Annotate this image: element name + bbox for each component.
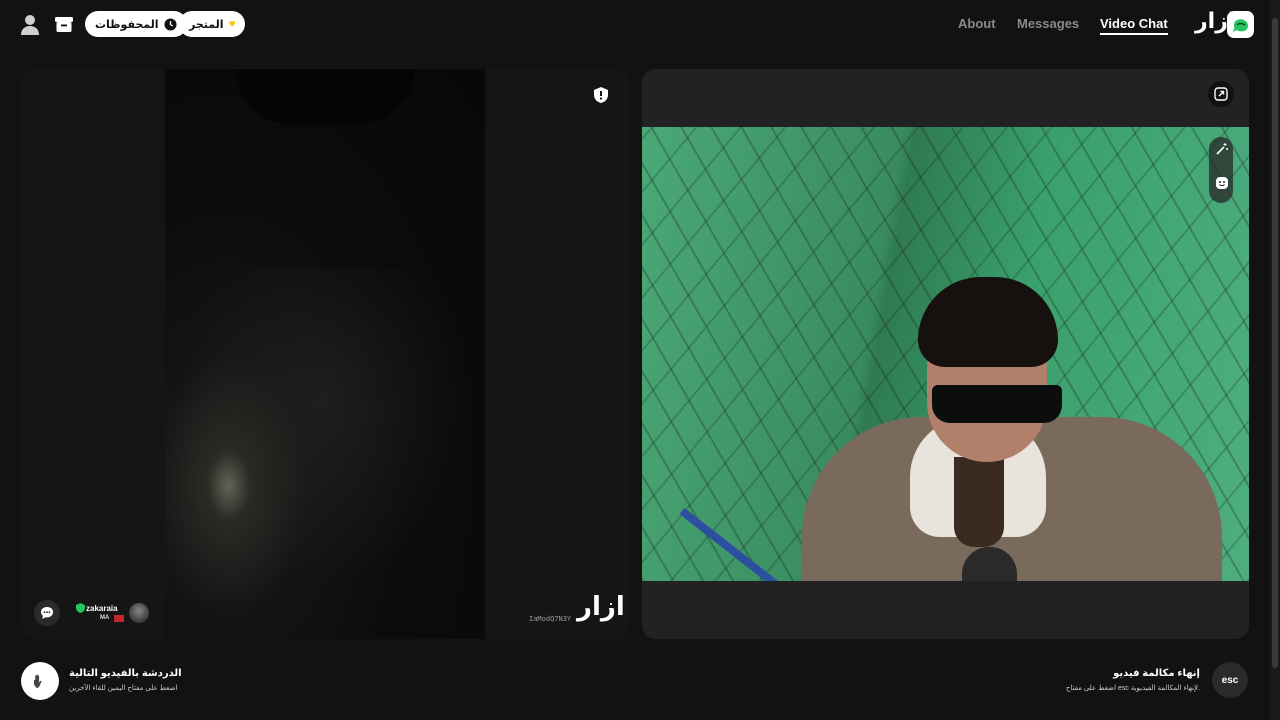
next-chat-title: الدردشة بالفيديو التالية: [69, 668, 182, 679]
inbox-button[interactable]: [53, 13, 75, 35]
remote-user-avatar: [129, 603, 149, 623]
nav-about[interactable]: About: [958, 16, 996, 31]
profile-button[interactable]: [18, 12, 42, 36]
self-video-panel: [642, 69, 1249, 639]
logo-icon: [1232, 18, 1248, 32]
end-call-hint: اضغط على مفتاح esc لإنهاء المكالمة الفيد…: [1065, 685, 1200, 692]
saved-button[interactable]: المحفوظات: [85, 11, 187, 37]
remote-video-trees: [165, 269, 485, 599]
top-bar: المحفوظات المتجر About Messages Video Ch…: [0, 0, 1280, 48]
expand-icon: [1214, 87, 1228, 101]
chat-button[interactable]: [34, 600, 60, 626]
remote-user-country: MA: [100, 615, 110, 621]
next-chat-button[interactable]: [21, 662, 59, 700]
scrollbar-thumb[interactable]: [1272, 18, 1278, 668]
magic-wand-icon[interactable]: [1215, 142, 1229, 156]
shop-button[interactable]: المتجر: [179, 11, 245, 37]
remote-user-name: zakaraia: [86, 604, 118, 613]
end-call-title: إنهاء مكالمة فيديو: [1113, 668, 1200, 679]
end-call-button[interactable]: esc: [1212, 662, 1248, 698]
person-neck: [954, 457, 1004, 547]
remote-user-tag[interactable]: zakaraia MA: [72, 597, 152, 629]
nav-messages[interactable]: Messages: [1017, 16, 1079, 31]
country-flag-icon: [114, 615, 124, 622]
chat-bubble-icon: [41, 607, 53, 619]
hand-swipe-icon: [34, 674, 42, 688]
logo-badge[interactable]: [1227, 11, 1254, 38]
diamond-icon: [228, 21, 235, 27]
verified-shield-icon: [76, 603, 85, 613]
expand-button[interactable]: [1208, 81, 1234, 107]
archive-icon: [55, 17, 73, 32]
remote-video-shadow: [235, 69, 415, 124]
shop-label: المتجر: [189, 18, 224, 31]
self-video-feed: [642, 127, 1249, 581]
nav-video-chat[interactable]: Video Chat: [1100, 16, 1168, 35]
user-icon: [21, 15, 39, 35]
face-filter-icon[interactable]: [1215, 176, 1229, 190]
report-shield-icon[interactable]: [592, 86, 610, 104]
watermark-logo: ازار: [577, 592, 625, 622]
remote-video-panel: ازار IaModQ7N3Y zakaraia MA: [22, 69, 630, 639]
clock-icon: [164, 17, 177, 31]
saved-label: المحفوظات: [95, 18, 159, 31]
next-chat-hint: اضغط على مفتاح اليمين للقاء الآخرين: [69, 685, 178, 692]
watermark-id: IaModQ7N3Y: [529, 615, 572, 623]
person-sunglasses: [932, 385, 1062, 423]
